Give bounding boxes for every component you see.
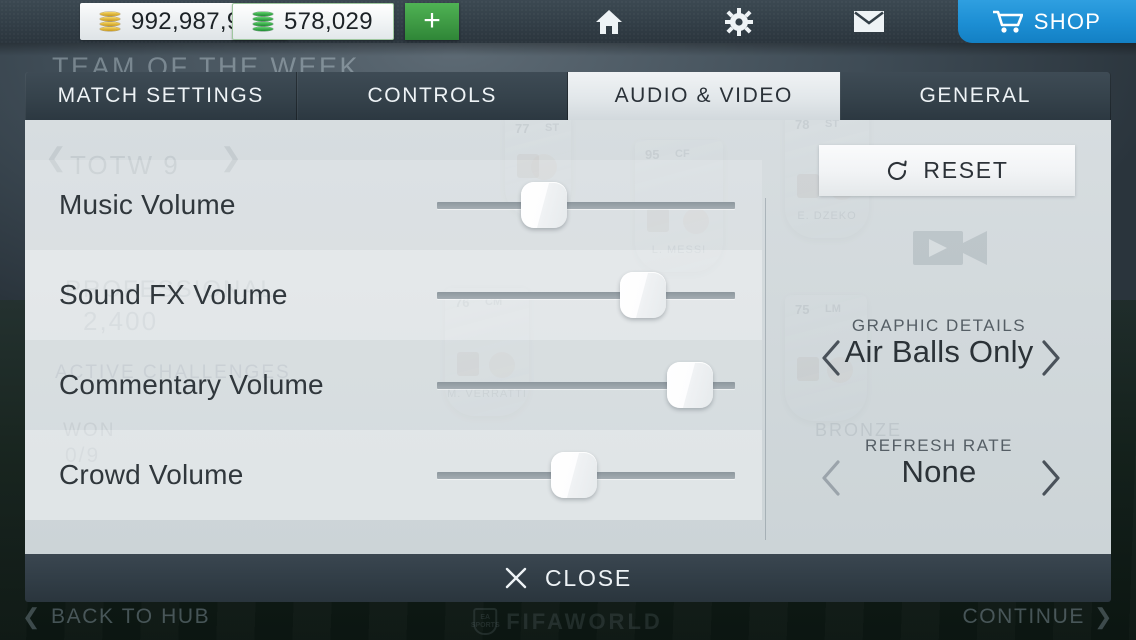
slider-knob[interactable] (619, 272, 666, 318)
reset-button[interactable]: RESET (819, 145, 1075, 196)
continue-button[interactable]: CONTINUE ❯ (962, 604, 1114, 630)
back-to-hub-label: BACK TO HUB (51, 605, 211, 628)
slider-label: Commentary Volume (59, 369, 324, 400)
slider-label: Sound FX Volume (59, 279, 288, 310)
slider-row-sound-fx-volume: Sound FX Volume (25, 250, 762, 340)
watermark-label: FIFAWORLD (506, 608, 663, 634)
slider-list: Music Volume Sound FX Volume Commentary … (25, 160, 762, 520)
home-icon (596, 9, 622, 34)
music-volume-slider[interactable] (437, 182, 735, 228)
tab-audio-video[interactable]: AUDIO & VIDEO (568, 72, 840, 120)
slider-row-crowd-volume: Crowd Volume (25, 430, 762, 520)
mail-icon (854, 11, 884, 32)
tab-match-settings[interactable]: MATCH SETTINGS (25, 72, 297, 120)
chevron-left-icon: ❮ (22, 604, 43, 629)
graphic-details-label: GRAPHIC DETAILS (851, 316, 1027, 335)
card-position: CF (675, 148, 690, 160)
slider-row-music-volume: Music Volume (25, 160, 762, 250)
gear-icon (725, 7, 753, 36)
slider-track[interactable] (437, 202, 735, 209)
graphic-details-prev-button[interactable] (813, 336, 849, 380)
slider-row-commentary-volume: Commentary Volume (25, 340, 762, 430)
settings-panel: TOTW 9 ❮ ❯ PROFESSIONAL 2,400 ACTIVE CHA… (25, 120, 1111, 554)
nav-settings-button[interactable] (708, 0, 770, 43)
graphic-details-selector: GRAPHIC DETAILS Air Balls Only (767, 316, 1111, 376)
back-to-hub-button[interactable]: ❮ BACK TO HUB (22, 604, 210, 630)
refresh-rate-prev-button[interactable] (813, 456, 849, 500)
tab-general[interactable]: GENERAL (839, 72, 1111, 120)
close-button[interactable]: CLOSE (25, 554, 1111, 602)
coin-stack-green-icon (253, 12, 273, 31)
refresh-rate-selector: REFRESH RATE None (767, 436, 1111, 496)
refresh-icon (888, 160, 908, 180)
crowd-volume-slider[interactable] (437, 452, 735, 498)
slider-track[interactable] (437, 292, 735, 299)
slider-label: Music Volume (59, 189, 236, 220)
slider-knob[interactable] (551, 452, 598, 498)
chevron-right-icon (1042, 460, 1060, 496)
close-x-icon (505, 567, 527, 589)
nav-mail-button[interactable] (838, 0, 900, 43)
top-bar: 992,987,923 578,029 + SHOP (0, 0, 1136, 43)
continue-label: CONTINUE (962, 605, 1085, 628)
reset-label: RESET (923, 157, 1009, 183)
shopping-cart-icon (992, 10, 1023, 33)
slider-knob[interactable] (667, 362, 714, 408)
nav-home-button[interactable] (578, 0, 640, 43)
tab-controls[interactable]: CONTROLS (296, 72, 568, 120)
card-rating: 77 (515, 121, 530, 136)
tab-bar: MATCH SETTINGS CONTROLS AUDIO & VIDEO GE… (25, 72, 1111, 120)
fifa-world-watermark: EA SPORTS FIFAWORLD (471, 608, 663, 635)
settings-modal: MATCH SETTINGS CONTROLS AUDIO & VIDEO GE… (25, 72, 1111, 602)
chevron-right-icon (1042, 340, 1060, 376)
graphic-details-next-button[interactable] (1033, 336, 1069, 380)
points-balance[interactable]: 578,029 (232, 3, 394, 40)
add-currency-button[interactable]: + (405, 3, 459, 40)
commentary-volume-slider[interactable] (437, 362, 735, 408)
video-camera-icon (913, 231, 987, 265)
refresh-rate-label: REFRESH RATE (864, 436, 1014, 455)
slider-label: Crowd Volume (59, 459, 244, 490)
shop-button[interactable]: SHOP (958, 0, 1136, 43)
shop-label: SHOP (1033, 8, 1102, 34)
close-label: CLOSE (545, 564, 632, 591)
points-amount: 578,029 (284, 7, 373, 35)
video-settings-pane: RESET GRAPHIC DETAILS Air Balls Only REF… (767, 120, 1111, 554)
chevron-left-icon (822, 460, 840, 496)
chevron-right-icon: ❯ (1093, 604, 1114, 629)
topbar-shadow (0, 43, 1136, 56)
chevron-left-icon (822, 340, 840, 376)
card-position: ST (545, 122, 560, 134)
sound-fx-volume-slider[interactable] (437, 272, 735, 318)
refresh-rate-next-button[interactable] (1033, 456, 1069, 500)
slider-knob[interactable] (521, 182, 568, 228)
coin-stack-gold-icon (100, 12, 120, 31)
panel-divider (765, 198, 766, 540)
ea-sports-shield-icon: EA SPORTS (471, 608, 500, 635)
